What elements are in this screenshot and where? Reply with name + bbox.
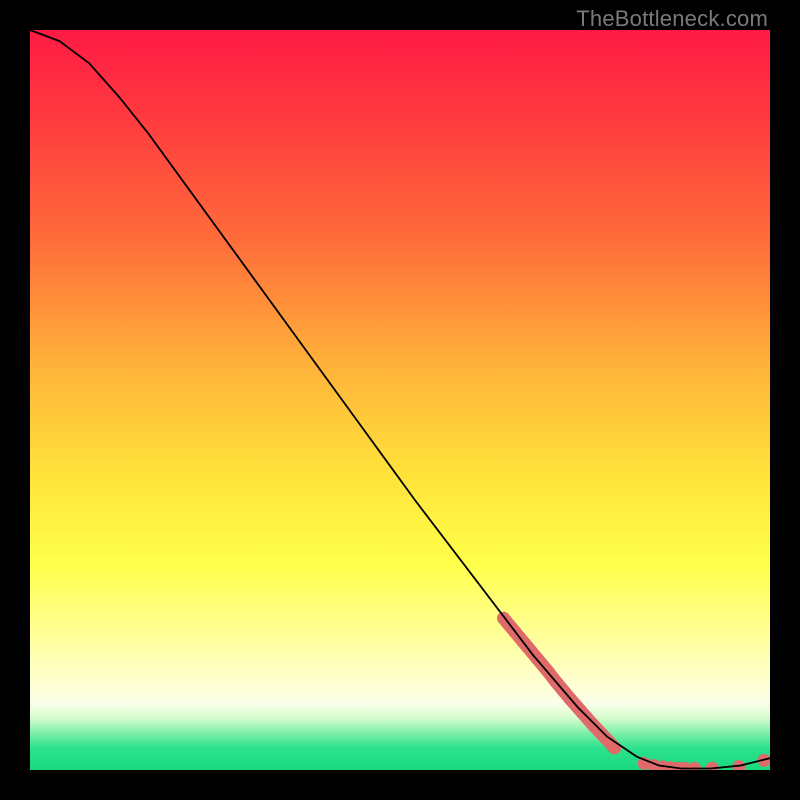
watermark-text: TheBottleneck.com: [576, 6, 768, 32]
plot-background: [30, 30, 770, 770]
data-point: [597, 729, 610, 742]
data-point: [586, 718, 599, 731]
chart-plot: [30, 30, 770, 770]
chart-frame: TheBottleneck.com: [0, 0, 800, 800]
data-point: [608, 741, 621, 754]
